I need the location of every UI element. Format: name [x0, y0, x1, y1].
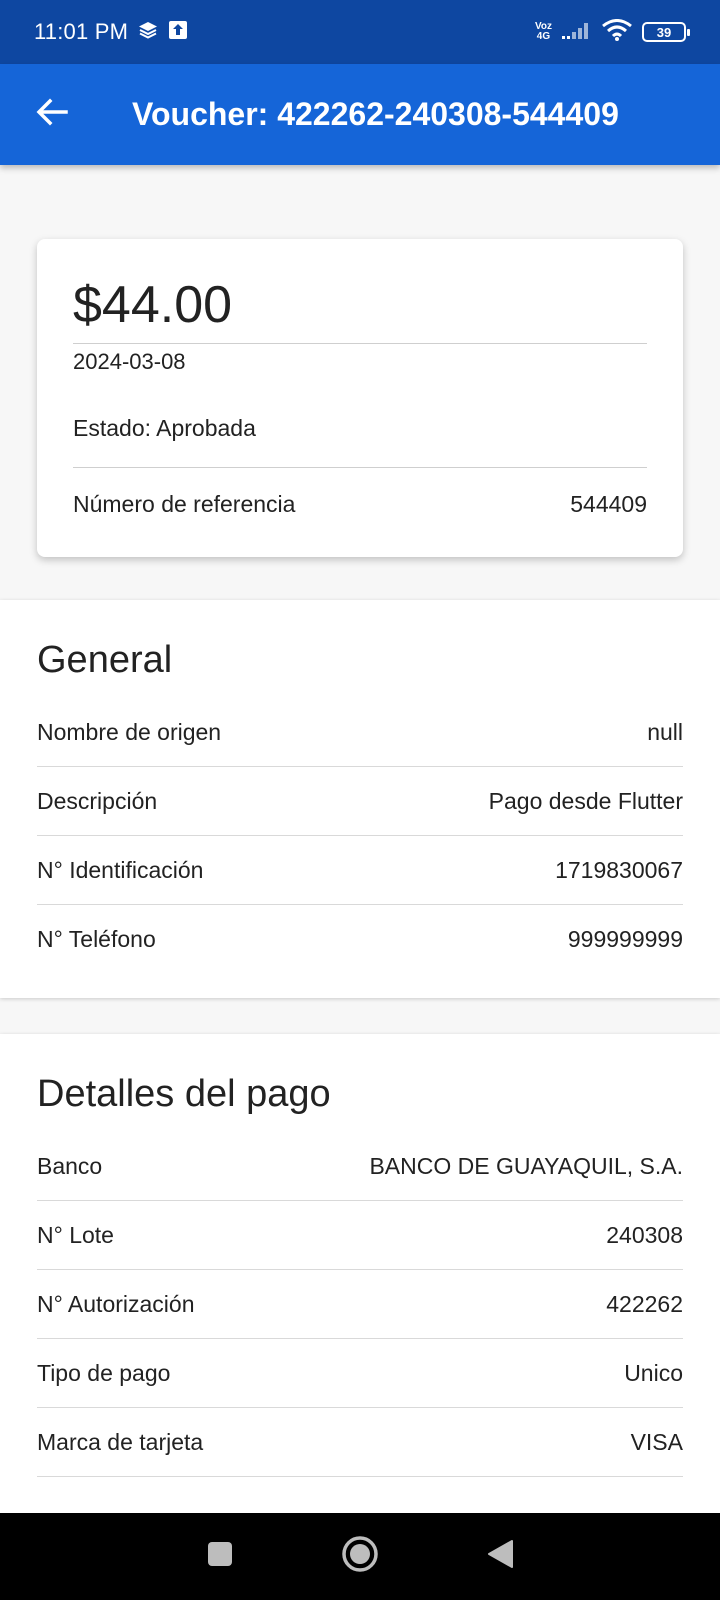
home-button[interactable]: [336, 1533, 384, 1581]
detail-value: Unico: [624, 1359, 683, 1386]
payment-details-section: Detalles del pago Banco BANCO DE GUAYAQU…: [0, 1034, 720, 1513]
detail-row: N° Lote 240308: [37, 1201, 683, 1270]
detail-value: 422262: [606, 1290, 683, 1317]
detail-label: N° Teléfono: [37, 926, 156, 952]
layers-icon: [138, 21, 158, 44]
amount: $44.00: [73, 276, 233, 334]
detail-label: N° Identificación: [37, 856, 204, 883]
section-title: Detalles del pago: [37, 1073, 331, 1115]
wifi-icon: [602, 18, 632, 46]
back-button[interactable]: [20, 83, 84, 147]
upload-icon: [168, 20, 188, 45]
detail-label: Banco: [37, 1152, 103, 1179]
status-bar: 11:01 PM Voz 4G 39: [0, 0, 720, 64]
summary-card: $44.00 2024-03-08 Estado: Aprobada Númer…: [37, 239, 683, 557]
detail-row: Marca de tarjeta VISA: [37, 1408, 683, 1477]
status-left: 11:01 PM: [34, 19, 188, 45]
detail-label: Descripción: [37, 787, 158, 814]
voucher-screen: 11:01 PM Voz 4G 39 Voucher: 422262-24030…: [0, 0, 720, 1600]
detail-row: N° Identificación 1719830067: [37, 836, 683, 905]
volte-indicator: Voz 4G: [535, 22, 552, 42]
detail-row: Tipo de pago Unico: [37, 1339, 683, 1408]
app-bar: Voucher: 422262-240308-544409: [0, 64, 720, 165]
detail-row: Nombre de origen null: [37, 698, 683, 767]
detail-row: N° Autorización 422262: [37, 1270, 683, 1339]
page-title: Voucher: 422262-240308-544409: [132, 96, 619, 132]
nav-back-button[interactable]: [476, 1533, 524, 1581]
reference-label: Número de referencia: [73, 491, 296, 517]
detail-label: Marca de tarjeta: [37, 1428, 204, 1455]
detail-label: N° Autorización: [37, 1290, 195, 1317]
detail-row: Descripción Pago desde Flutter: [37, 767, 683, 836]
detail-label: Nombre de origen: [37, 718, 222, 745]
detail-value: null: [647, 718, 683, 745]
content-scroll[interactable]: $44.00 2024-03-08 Estado: Aprobada Númer…: [0, 165, 720, 1513]
divider: [73, 343, 647, 344]
transaction-date: 2024-03-08: [73, 349, 186, 374]
detail-row: Banco BANCO DE GUAYAQUIL, S.A.: [37, 1132, 683, 1201]
circle-icon: [341, 1535, 379, 1578]
status-time: 11:01 PM: [34, 19, 129, 44]
battery-level: 39: [656, 24, 672, 40]
detail-value: Pago desde Flutter: [488, 787, 683, 814]
detail-label: Tipo de pago: [37, 1359, 171, 1386]
detail-value: VISA: [630, 1428, 683, 1455]
signal-icon: [562, 20, 592, 45]
section-title: General: [37, 639, 173, 681]
detail-value: 999999999: [567, 926, 683, 952]
arrow-left-icon: [36, 98, 68, 131]
detail-value: BANCO DE GUAYAQUIL, S.A.: [369, 1152, 683, 1179]
square-icon: [207, 1541, 233, 1572]
status-right: Voz 4G 39: [535, 18, 690, 46]
triangle-back-icon: [486, 1539, 514, 1574]
transaction-status: Estado: Aprobada: [73, 415, 256, 441]
general-section: General Nombre de origen null Descripció…: [0, 600, 720, 998]
detail-value: 240308: [606, 1221, 683, 1248]
detail-row: N° Teléfono 999999999: [37, 905, 683, 974]
volte-bottom: 4G: [536, 31, 551, 42]
divider: [73, 467, 647, 468]
detail-label: N° Lote: [37, 1221, 114, 1248]
detail-value: 1719830067: [555, 856, 683, 883]
system-nav-bar: [0, 1513, 720, 1600]
battery-icon: 39: [642, 22, 690, 42]
reference-row: Número de referencia 544409: [73, 491, 647, 518]
recent-apps-button[interactable]: [196, 1533, 244, 1581]
reference-value: 544409: [570, 491, 647, 517]
